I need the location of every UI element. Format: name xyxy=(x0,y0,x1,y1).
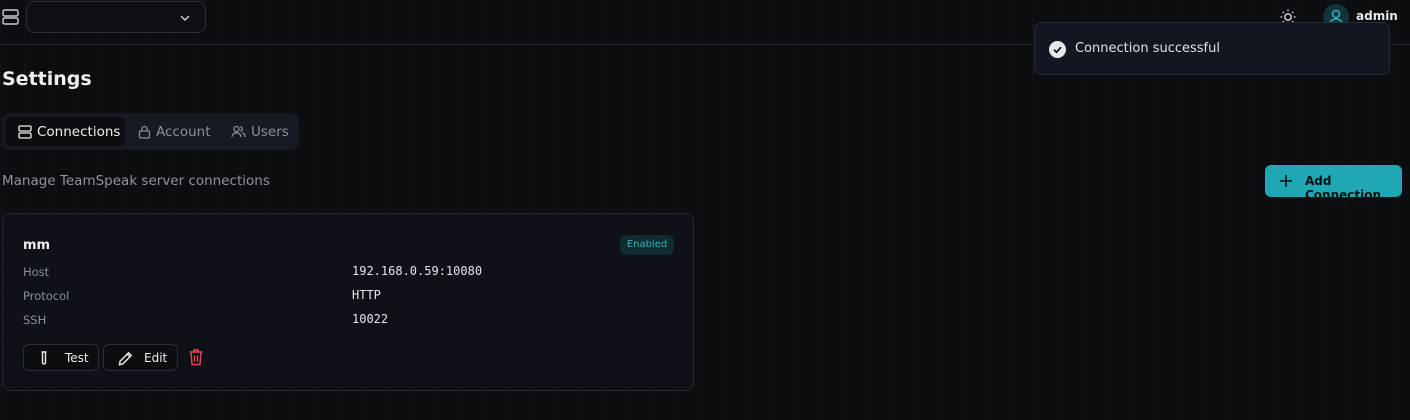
server-select[interactable] xyxy=(26,1,206,33)
tab-users[interactable]: Users xyxy=(228,117,294,146)
host-value: 192.168.0.59:10080 xyxy=(352,264,483,278)
toast-message: Connection successful xyxy=(1075,41,1220,56)
edit-button[interactable]: Edit xyxy=(103,344,178,371)
lock-icon xyxy=(138,125,151,139)
protocol-value: HTTP xyxy=(352,288,381,302)
tab-label: Account xyxy=(156,123,211,140)
edit-button-label: Edit xyxy=(144,351,168,365)
test-button[interactable]: Test xyxy=(23,344,99,371)
protocol-label: Protocol xyxy=(23,289,70,303)
server-icon xyxy=(18,124,32,139)
ssh-value: 10022 xyxy=(352,312,389,326)
tab-connections[interactable]: Connections xyxy=(5,117,125,146)
ssh-label: SSH xyxy=(23,313,47,327)
user-name[interactable]: admin xyxy=(1356,9,1398,23)
toast-notification: Connection successful xyxy=(1034,22,1390,75)
add-connection-label: Add Connection xyxy=(1305,174,1382,202)
host-label: Host xyxy=(23,265,50,279)
tab-account[interactable]: Account xyxy=(135,117,215,146)
connection-name: mm xyxy=(23,238,51,253)
test-tube-icon xyxy=(41,351,47,365)
tab-label: Connections xyxy=(37,123,121,140)
connection-card: mm Enabled Host 192.168.0.59:10080 Proto… xyxy=(2,213,694,391)
users-icon xyxy=(231,125,246,138)
plus-icon xyxy=(1280,175,1292,187)
add-connection-button[interactable]: Add Connection xyxy=(1265,165,1402,202)
pencil-icon xyxy=(118,351,133,366)
chevron-down-icon xyxy=(180,15,190,22)
page-title: Settings xyxy=(2,68,92,90)
check-circle-icon xyxy=(1049,41,1066,58)
test-button-label: Test xyxy=(65,351,89,365)
server-icon[interactable] xyxy=(2,9,20,25)
tab-label: Users xyxy=(251,123,289,140)
settings-tabs: Connections Account Users xyxy=(2,113,299,150)
status-badge: Enabled xyxy=(620,235,674,255)
trash-icon[interactable] xyxy=(188,348,204,366)
page-subtitle: Manage TeamSpeak server connections xyxy=(2,173,270,189)
